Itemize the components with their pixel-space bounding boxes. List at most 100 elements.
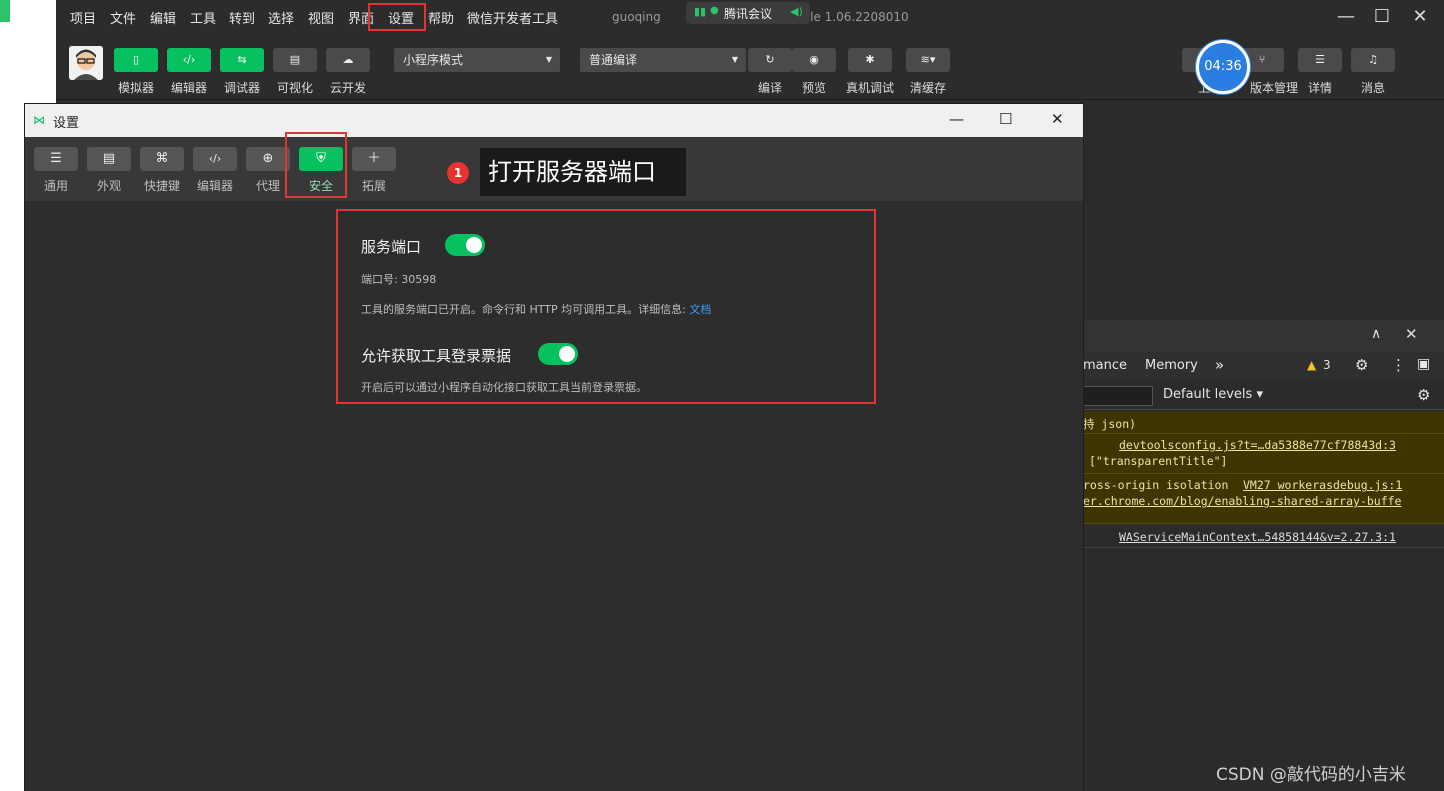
log-source-link[interactable]: devtoolsconfig.js?t=…da5388e77cf78843d:3 (1119, 438, 1396, 452)
toggle-knob (559, 346, 575, 362)
debugger-label: 调试器 (223, 81, 260, 95)
simulator-label: 模拟器 (117, 81, 154, 95)
signal-icon: ▮▮ (694, 5, 707, 18)
menu-wechat-devtools[interactable]: 微信开发者工具 (467, 8, 558, 27)
menu-file[interactable]: 文件 (110, 8, 136, 27)
debugger-button[interactable]: ⇆ (220, 48, 264, 72)
log-line: WAServiceMainContext…54858144&v=2.27.3:1 (1083, 526, 1444, 548)
mode-select[interactable]: 小程序模式 ▼ (394, 48, 560, 72)
tab-appearance-label: 外观 (96, 179, 121, 193)
code-icon: ‹/› (182, 53, 196, 66)
bug-icon: ✱ (865, 53, 875, 66)
more-tabs-icon[interactable]: » (1215, 356, 1224, 374)
tab-extensions[interactable]: ＋ (352, 147, 396, 171)
tab-editor-label: 编辑器 (196, 179, 233, 193)
editor-button[interactable]: ‹/› (167, 48, 211, 72)
clear-cache-button[interactable]: ≋▾ (906, 48, 950, 72)
login-ticket-description: 开启后可以通过小程序自动化接口获取工具当前登录票据。 (361, 381, 647, 394)
maximize-icon[interactable]: ☐ (999, 110, 1012, 128)
service-port-number: 端口号: 30598 (361, 273, 437, 286)
close-icon[interactable]: ✕ (1408, 6, 1432, 27)
refresh-icon: ↻ (765, 53, 775, 66)
tab-memory[interactable]: Memory (1145, 358, 1198, 373)
menu-project[interactable]: 项目 (70, 8, 96, 27)
tab-proxy[interactable]: ⊕ (246, 147, 290, 171)
tab-performance[interactable]: mance (1083, 358, 1127, 373)
devtools-header: ∧ ✕ (1083, 320, 1444, 352)
tab-general-label: 通用 (43, 179, 68, 193)
menu-edit[interactable]: 编辑 (150, 8, 176, 27)
simulator-button[interactable]: ▯ (114, 48, 158, 72)
doc-link[interactable]: 文档 (689, 303, 711, 316)
login-ticket-toggle[interactable] (538, 343, 578, 365)
device-debug-label: 真机调试 (845, 81, 894, 95)
cloud-icon: ☁ (342, 53, 354, 66)
preview-button[interactable]: ◉ (792, 48, 836, 72)
menu-icon: ☰ (1315, 53, 1325, 66)
menubar: 项目 文件 编辑 工具 转到 选择 视图 界面 设置 帮助 微信开发者工具 gu… (56, 0, 1444, 34)
layout-icon: ▤ (289, 53, 301, 66)
instruction-callout: 打开服务器端口 (480, 148, 686, 196)
log-url-link[interactable]: er.chrome.com/blog/enabling-shared-array… (1083, 494, 1402, 508)
tab-extensions-label: 拓展 (361, 179, 386, 193)
service-port-title: 服务端口 (361, 238, 422, 256)
login-ticket-title: 允许获取工具登录票据 (361, 347, 512, 365)
tab-editor[interactable]: ‹/› (193, 147, 237, 171)
tab-general[interactable]: ☰ (34, 147, 78, 171)
command-icon: ⌘ (155, 151, 169, 166)
dock-icon[interactable]: ▣ (1417, 356, 1430, 372)
warning-icon: ▲ (1307, 358, 1317, 372)
menu-goto[interactable]: 转到 (229, 8, 255, 27)
tab-shortcuts-label: 快捷键 (143, 179, 180, 193)
editor-label: 编辑器 (170, 81, 207, 95)
sliders-icon: ☰ (50, 151, 62, 166)
tab-appearance[interactable]: ▤ (87, 147, 131, 171)
window-icon: ▤ (102, 151, 116, 166)
device-debug-button[interactable]: ✱ (848, 48, 892, 72)
log-source-link[interactable]: VM27 workerasdebug.js:1 (1243, 478, 1402, 492)
service-port-toggle[interactable] (445, 234, 485, 256)
close-icon[interactable]: ✕ (1405, 325, 1418, 343)
minimize-icon[interactable]: — (1334, 6, 1358, 27)
service-port-description: 工具的服务端口已开启。命令行和 HTTP 均可调用工具。详细信息: 文档 (361, 303, 712, 316)
kebab-menu-icon[interactable]: ⋮ (1391, 356, 1406, 374)
avatar[interactable] (69, 46, 103, 80)
compile-select[interactable]: 普通编译 ▼ (580, 48, 746, 72)
edge-marker (0, 0, 10, 22)
compile-button[interactable]: ↻ (748, 48, 792, 72)
highlight-security-tab (285, 132, 347, 198)
log-message: ["transparentTitle"] (1089, 454, 1228, 468)
eye-icon: ◉ (809, 53, 819, 66)
log-message: ross-origin isolation (1083, 478, 1229, 492)
clear-cache-label: 清缓存 (909, 81, 946, 95)
gear-icon[interactable]: ⚙ (1355, 356, 1368, 374)
watermark: CSDN @敲代码的小吉米 (1216, 765, 1406, 785)
devtools-panel: ∧ ✕ mance Memory » ▲ 3 ⚙ ⋮ ▣ Default lev… (1083, 320, 1444, 791)
filter-input[interactable] (1083, 386, 1153, 406)
tab-shortcuts[interactable]: ⌘ (140, 147, 184, 171)
record-dot-icon: ● (710, 5, 719, 16)
speaker-icon: ◀) (790, 5, 803, 18)
log-line: ross-origin isolation VM27 workerasdebug… (1083, 474, 1444, 524)
messages-button[interactable]: ♫ (1351, 48, 1395, 72)
details-button[interactable]: ☰ (1298, 48, 1342, 72)
meeting-indicator[interactable]: ▮▮ ● 腾讯会议 ◀) (686, 2, 810, 24)
cloud-button[interactable]: ☁ (326, 48, 370, 72)
log-source-link[interactable]: WAServiceMainContext…54858144&v=2.27.3:1 (1119, 530, 1396, 544)
meeting-timer[interactable]: 04:36 (1196, 40, 1250, 94)
minimize-icon[interactable]: — (949, 110, 964, 128)
code-icon: ‹/› (208, 152, 222, 165)
chevron-up-icon[interactable]: ∧ (1371, 326, 1381, 342)
levels-dropdown[interactable]: Default levels ▾ (1163, 387, 1263, 402)
toggle-knob (466, 237, 482, 253)
menu-tools[interactable]: 工具 (190, 8, 216, 27)
warning-count[interactable]: 3 (1323, 358, 1331, 372)
menu-help[interactable]: 帮助 (428, 8, 454, 27)
visual-button[interactable]: ▤ (273, 48, 317, 72)
close-icon[interactable]: ✕ (1051, 110, 1064, 128)
menu-view[interactable]: 视图 (308, 8, 334, 27)
menu-select[interactable]: 选择 (268, 8, 294, 27)
maximize-icon[interactable]: ☐ (1370, 6, 1394, 27)
devtools-tabs: mance Memory » ▲ 3 ⚙ ⋮ ▣ (1083, 352, 1444, 382)
gear-icon[interactable]: ⚙ (1417, 386, 1430, 404)
